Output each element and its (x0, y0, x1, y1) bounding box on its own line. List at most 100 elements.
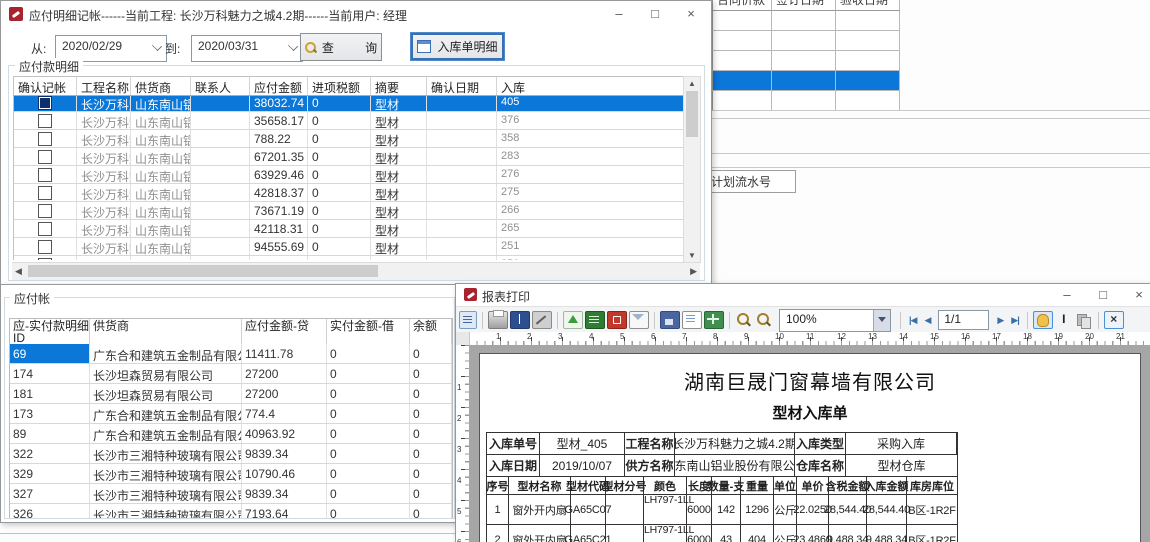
inbound-detail-button[interactable]: 入库单明细 (410, 32, 505, 61)
table-cell: 型材 (371, 202, 427, 219)
payable-detail-row[interactable]: 长沙万科魅力...山东南山铝业...35658.170型材376 (14, 112, 684, 130)
minimize-button[interactable]: – (601, 4, 637, 24)
payable-row[interactable]: 322长沙市三湘特种玻璃有限公司9839.3400 (10, 444, 452, 464)
table-cell: 376 (497, 112, 684, 129)
design-icon[interactable] (532, 311, 552, 329)
row-checkbox[interactable] (38, 96, 52, 110)
table-cell (772, 71, 836, 90)
preview-area[interactable]: 湖南巨晟门窗幕墙有限公司 型材入库单 入库单号型材_405工程名称长沙万科魅力之… (469, 345, 1150, 542)
payable-table-header: 应-实付款明细ID供货商应付金额-贷实付金额-借余额 (9, 318, 453, 346)
row-checkbox[interactable] (38, 240, 52, 254)
checkbox-cell[interactable] (14, 94, 77, 111)
checkbox-cell[interactable] (14, 256, 77, 260)
horizontal-scrollbar[interactable]: ◀ ▶ (12, 262, 700, 280)
background-table-row[interactable] (712, 31, 900, 51)
row-checkbox[interactable] (38, 222, 52, 236)
background-table-row[interactable] (712, 11, 900, 31)
column-header: 进项税额 (308, 77, 371, 95)
copy-page-icon[interactable] (1075, 312, 1093, 328)
background-table-row[interactable] (712, 71, 900, 91)
checkbox-cell[interactable] (14, 184, 77, 201)
background-table-row[interactable] (712, 91, 900, 111)
payable-detail-row[interactable]: 长沙万科魅力...山东南山铝业...38032.740型材405 (14, 94, 684, 112)
checkbox-cell[interactable] (14, 220, 77, 237)
export-excel-icon[interactable] (585, 311, 605, 329)
checkbox-cell[interactable] (14, 202, 77, 219)
next-page-icon[interactable]: ▶ (994, 313, 1006, 328)
scrollbar-thumb[interactable] (686, 91, 698, 137)
payable-detail-row[interactable]: 长沙万科魅力...山东南山铝业...63929.460型材276 (14, 166, 684, 184)
toc-icon[interactable] (459, 311, 477, 329)
payable-detail-row[interactable]: 长沙万科魅力...山东南山铝业...67201.350型材283 (14, 148, 684, 166)
row-checkbox[interactable] (38, 150, 52, 164)
close-preview-icon[interactable]: × (1104, 311, 1124, 329)
row-checkbox[interactable] (38, 168, 52, 182)
payable-row[interactable]: 326长沙市三湘特种玻璃有限公司7193.6400 (10, 504, 452, 518)
export-pdf-icon[interactable] (607, 311, 627, 329)
background-table-row[interactable] (712, 51, 900, 71)
payable-detail-row[interactable]: 长沙万科魅力...山东南山铝业...788.220型材358 (14, 130, 684, 148)
minimize-button[interactable]: – (1049, 285, 1085, 305)
titlebar[interactable]: 报表打印 – □ × (456, 284, 1150, 306)
scrollbar-thumb[interactable] (28, 265, 378, 277)
row-checkbox[interactable] (38, 258, 52, 261)
table-cell: 窗外开内扇 (509, 495, 571, 525)
last-page-icon[interactable]: ▶| (1008, 313, 1021, 328)
payable-detail-row[interactable]: 长沙万科魅力...山东南山铝业...94555.690型材251 (14, 238, 684, 256)
checkbox-cell[interactable] (14, 238, 77, 255)
table-cell (427, 112, 497, 129)
table-cell: 型材 (371, 112, 427, 129)
row-checkbox[interactable] (38, 132, 52, 146)
export-mail-icon[interactable] (629, 311, 649, 329)
payable-detail-row[interactable]: 长沙万科魅力...山东南山铝业...3895.840型材250 (14, 256, 684, 260)
page-setup-icon[interactable] (510, 311, 530, 329)
payable-row[interactable]: 181长沙坦森贸易有限公司2720000 (10, 384, 452, 404)
text-select-icon[interactable]: I (1055, 312, 1073, 328)
checkbox-cell[interactable] (14, 148, 77, 165)
page-number-input[interactable]: 1/1 (938, 310, 989, 330)
titlebar[interactable]: 应付明细记帐------当前工程: 长沙万科魅力之城4.2期------当前用户… (1, 1, 711, 27)
query-button[interactable]: 查 询 (300, 33, 382, 61)
first-page-icon[interactable]: |◀ (906, 313, 919, 328)
group-label: 应付帐 (10, 290, 54, 307)
checkbox-cell[interactable] (14, 166, 77, 183)
zoom-level-combo[interactable]: 100% (779, 309, 891, 332)
payable-row[interactable]: 89广东合和建筑五金制品有限公司40963.9200 (10, 424, 452, 444)
window-title: 报表打印 (482, 288, 530, 305)
hand-icon[interactable] (1033, 311, 1053, 329)
maximize-button[interactable]: □ (1085, 285, 1121, 305)
multi-page-icon[interactable] (704, 311, 724, 329)
payable-detail-row[interactable]: 长沙万科魅力...山东南山铝业...73671.190型材266 (14, 202, 684, 220)
payable-row[interactable]: 329长沙市三湘特种玻璃有限公司10790.4600 (10, 464, 452, 484)
scroll-right-icon[interactable]: ▶ (690, 266, 697, 277)
previous-page-icon[interactable]: ◀ (921, 313, 933, 328)
payable-row[interactable]: 173广东合和建筑五金制品有限公司774.400 (10, 404, 452, 424)
payable-detail-row[interactable]: 长沙万科魅力...山东南山铝业...42818.370型材275 (14, 184, 684, 202)
zoom-out-icon[interactable] (755, 312, 773, 328)
close-button[interactable]: × (673, 4, 709, 24)
table-cell: 山东南山铝业... (131, 220, 191, 237)
payable-row[interactable]: 327长沙市三湘特种玻璃有限公司9839.3400 (10, 484, 452, 504)
payable-detail-row[interactable]: 长沙万科魅力...山东南山铝业...42118.310型材265 (14, 220, 684, 238)
close-button[interactable]: × (1121, 285, 1150, 305)
scroll-left-icon[interactable]: ◀ (15, 266, 22, 277)
row-checkbox[interactable] (38, 186, 52, 200)
checkbox-cell[interactable] (14, 112, 77, 129)
row-checkbox[interactable] (38, 114, 52, 128)
payable-row[interactable]: 174长沙坦森贸易有限公司2720000 (10, 364, 452, 384)
export-image-icon[interactable] (563, 311, 583, 329)
print-icon[interactable] (488, 311, 508, 329)
chevron-down-icon[interactable] (873, 310, 890, 331)
vertical-scrollbar[interactable]: ▲ ▼ (683, 76, 701, 263)
payable-row[interactable]: 69广东合和建筑五金制品有限公司11411.7800 (10, 344, 452, 364)
row-checkbox[interactable] (38, 204, 52, 218)
scroll-down-icon[interactable]: ▼ (684, 251, 700, 260)
save-icon[interactable] (660, 311, 680, 329)
checkbox-cell[interactable] (14, 130, 77, 147)
single-page-icon[interactable] (682, 311, 702, 329)
scroll-up-icon[interactable]: ▲ (684, 79, 700, 88)
table-cell: 27200 (242, 364, 327, 383)
zoom-in-icon[interactable] (735, 312, 753, 328)
maximize-button[interactable]: □ (637, 4, 673, 24)
to-date-combo[interactable]: 2020/03/31 (191, 35, 303, 62)
